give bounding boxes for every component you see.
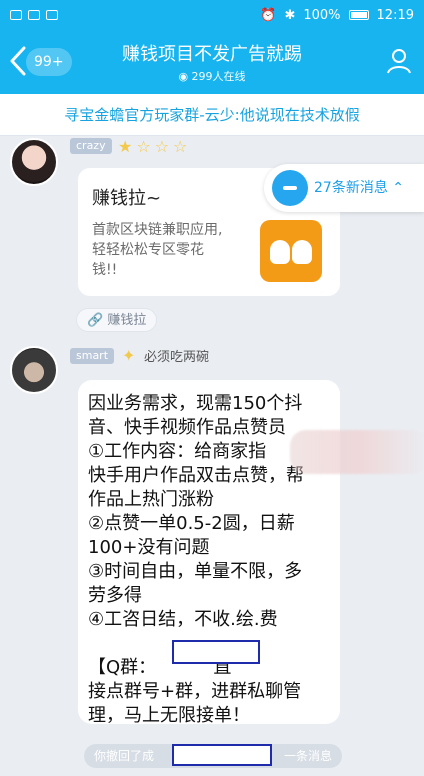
blurred-overlay	[290, 430, 424, 474]
diamond-icon: ✦	[122, 346, 136, 365]
app-icon	[46, 10, 58, 20]
new-messages-indicator[interactable]: 27条新消息 ⌃	[264, 164, 424, 212]
link-chip[interactable]: 🔗 赚钱拉	[76, 308, 158, 332]
system-note-left: 你撤回了成	[94, 749, 155, 763]
online-status: ◉ 299人在线	[0, 68, 424, 84]
sender-name: crazy	[70, 138, 112, 154]
card-description: 首款区块链兼职应用, 轻轻松松专区零花 钱!!	[92, 222, 223, 278]
card-title: 赚钱拉~	[92, 188, 162, 209]
moneybag-right-icon	[292, 240, 312, 264]
battery-label: 100%	[303, 7, 341, 23]
status-bar: ⏰ ✱ 100% 12:19	[0, 0, 424, 30]
redaction-box	[172, 744, 272, 766]
time-label: 12:19	[376, 7, 414, 23]
status-icons	[10, 10, 58, 20]
avatar-smart[interactable]	[10, 346, 58, 394]
level-stars-icon: ★☆☆☆	[118, 137, 192, 156]
avatar-crazy[interactable]	[10, 138, 58, 186]
link-chip-label: 赚钱拉	[107, 313, 147, 328]
online-count: 299人在线	[191, 70, 246, 83]
redaction-box	[172, 640, 260, 664]
group-notice[interactable]: 寻宝金蟾官方玩家群-云少:他说现在技术放假	[0, 94, 424, 136]
sender-subtitle: 必须吃两碗	[144, 350, 210, 365]
new-messages-label: 27条新消息	[314, 180, 388, 196]
bluetooth-icon: ✱	[284, 7, 296, 23]
sender-name: smart	[70, 348, 115, 364]
status-right: ⏰ ✱ 100% 12:19	[260, 8, 414, 23]
link-icon: 🔗	[87, 313, 104, 328]
moneybag-icon	[260, 220, 322, 282]
chat-bubble-icon	[272, 170, 308, 206]
group-title: 赚钱项目不发广告就踢	[122, 44, 302, 64]
wifi-icon	[10, 10, 22, 20]
battery-icon	[348, 10, 369, 20]
profile-icon[interactable]	[384, 46, 414, 76]
alarm-icon: ⏰	[260, 7, 277, 23]
online-icon: ◉	[178, 70, 189, 83]
moneybag-left-icon	[270, 240, 290, 264]
system-note-right: 一条消息	[283, 749, 332, 763]
chat-header: 99+ 赚钱项目不发广告就踢 ◉ 299人在线	[0, 30, 424, 94]
chevron-up-icon: ⌃	[392, 180, 405, 196]
signal-icon	[28, 10, 40, 20]
